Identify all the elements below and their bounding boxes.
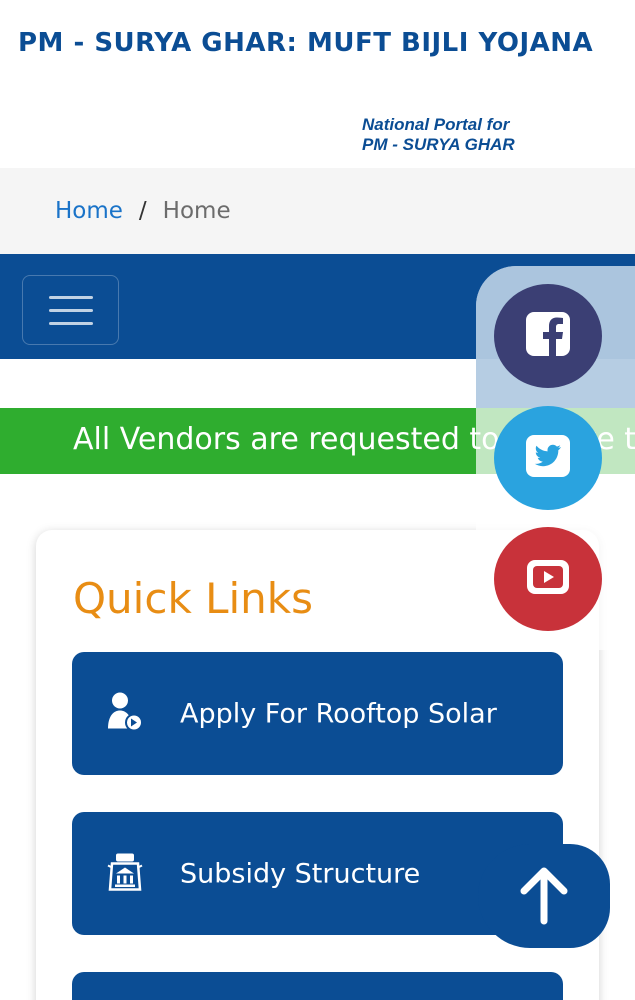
youtube-icon — [526, 559, 570, 600]
breadcrumb: Home / Home — [0, 168, 635, 254]
breadcrumb-separator: / — [138, 198, 147, 224]
user-apply-icon — [106, 690, 144, 737]
apply-rooftop-solar-label: Apply For Rooftop Solar — [180, 698, 497, 729]
scroll-to-top-button[interactable] — [478, 844, 610, 948]
twitter-button[interactable] — [494, 406, 602, 510]
hamburger-icon-line — [48, 321, 93, 325]
arrow-up-icon — [516, 863, 572, 930]
hamburger-icon-line — [48, 308, 93, 312]
breadcrumb-current: Home — [162, 198, 231, 224]
portal-tagline-line1: National Portal for — [362, 115, 510, 134]
youtube-button[interactable] — [494, 527, 602, 631]
site-title[interactable]: PM - SURYA GHAR: MUFT BIJLI YOJANA — [18, 28, 593, 58]
facebook-icon — [525, 311, 571, 362]
portal-tagline: National Portal for PM - SURYA GHAR — [362, 115, 515, 155]
facebook-button[interactable] — [494, 284, 602, 388]
twitter-icon — [525, 434, 571, 483]
subsidy-icon — [106, 851, 144, 896]
portal-tagline-line2: PM - SURYA GHAR — [362, 135, 515, 154]
menu-toggle-button[interactable] — [22, 275, 119, 345]
quick-links-title: Quick Links — [73, 574, 314, 623]
quick-link-button-3[interactable] — [72, 972, 563, 1000]
hamburger-icon — [48, 295, 93, 299]
site-header: PM - SURYA GHAR: MUFT BIJLI YOJANA Natio… — [0, 0, 635, 168]
apply-rooftop-solar-button[interactable]: Apply For Rooftop Solar — [72, 652, 563, 775]
subsidy-structure-label: Subsidy Structure — [180, 858, 421, 889]
breadcrumb-home-link[interactable]: Home — [55, 198, 123, 224]
